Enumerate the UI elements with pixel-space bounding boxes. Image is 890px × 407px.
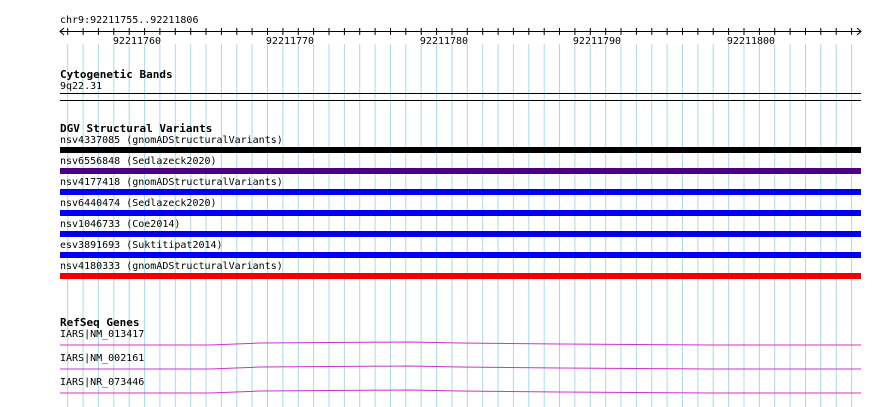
gene-features[interactable] (0, 0, 890, 407)
gene-intron-line[interactable] (60, 341, 861, 346)
genome-browser-view: chr9:92211755..92211806 92211760 9221177… (0, 0, 890, 407)
gene-intron-line[interactable] (60, 389, 861, 394)
gene-intron-line[interactable] (60, 365, 861, 370)
